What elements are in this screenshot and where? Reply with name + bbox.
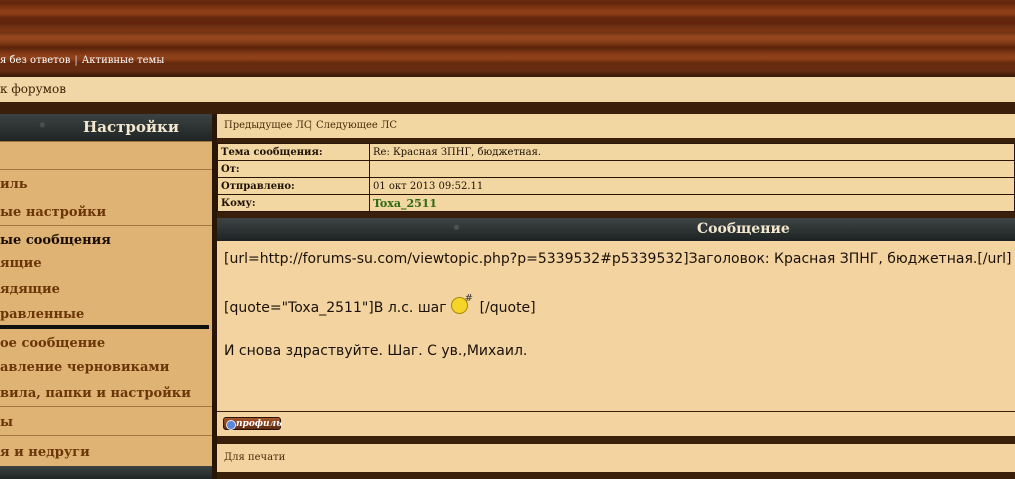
wood-header: я без ответов | Активные темы: [0, 0, 1015, 75]
forum-index-link[interactable]: к форумов: [0, 82, 66, 96]
divider: [0, 406, 212, 407]
smiley-icon: [450, 293, 473, 314]
separator: |: [309, 120, 313, 131]
quote-text: [quote="Toxa_2511"]В л.с. шаг: [224, 300, 447, 316]
separator: |: [74, 55, 78, 66]
from-label: От:: [217, 160, 370, 178]
unanswered-topics-link[interactable]: я без ответов: [0, 55, 70, 66]
divider: [0, 104, 1015, 114]
table-row: От:: [217, 160, 1015, 178]
pm-navigation: Предыдущее ЛС | Следующее ЛС: [217, 114, 1015, 138]
sidebar-item-profile[interactable]: иль: [0, 177, 212, 192]
quote-end-text: [/quote]: [479, 300, 536, 316]
print-link[interactable]: Для печати: [224, 452, 285, 463]
sidebar-footer: [0, 466, 212, 479]
previous-pm-link[interactable]: Предыдущее ЛС: [224, 120, 312, 131]
profile-button[interactable]: профиль: [223, 417, 282, 430]
sidebar-title: Настройки: [0, 114, 212, 141]
sidebar-item-friends-foes[interactable]: я и недруги: [0, 445, 212, 460]
from-value: [369, 160, 1015, 178]
divider: [0, 169, 212, 170]
sidebar-item-rules-folders[interactable]: вила, папки и настройки: [0, 386, 212, 401]
divider: [0, 225, 212, 226]
message-panel: Предыдущее ЛС | Следующее ЛС Тема сообще…: [217, 114, 1015, 479]
message-quote-line: [quote="Toxa_2511"]В л.с. шаг [/quote]: [224, 293, 536, 316]
active-topics-link[interactable]: Активные темы: [82, 55, 165, 66]
user-icon: [226, 420, 236, 430]
sent-value: 01 окт 2013 09:52.11: [369, 177, 1015, 195]
message-line: [url=http://forums-su.com/viewtopic.php?…: [224, 251, 1012, 267]
message-body: [url=http://forums-su.com/viewtopic.php?…: [217, 241, 1015, 411]
recipient-link[interactable]: Toxa_2511: [369, 194, 1015, 212]
sidebar-item-private-messages[interactable]: ые сообщения: [0, 233, 212, 248]
table-row: Отправлено: 01 окт 2013 09:52.11: [217, 177, 1015, 195]
message-meta-table: Тема сообщения: Re: Красная ЗПНГ, бюджет…: [217, 143, 1015, 212]
sidebar-item-groups[interactable]: ы: [0, 415, 212, 430]
breadcrumb: к форумов: [0, 75, 1015, 104]
message-line: И снова здраствуйте. Шаг. С ув.,Михаил.: [224, 343, 528, 359]
message-actions: профиль: [217, 412, 1015, 436]
sidebar-item-board-settings[interactable]: ые настройки: [0, 205, 212, 220]
header-links: я без ответов | Активные темы: [0, 55, 164, 66]
subject-value: Re: Красная ЗПНГ, бюджетная.: [369, 143, 1015, 161]
sidebar-item-sent[interactable]: равленные: [0, 307, 212, 322]
sidebar: Настройки иль ые настройки ые сообщения …: [0, 114, 212, 479]
sidebar-item-drafts[interactable]: авление черновиками: [0, 360, 212, 375]
divider: [0, 141, 212, 142]
sidebar-item-new-message[interactable]: ое сообщение: [0, 336, 212, 351]
to-label: Кому:: [217, 194, 370, 212]
next-pm-link[interactable]: Следующее ЛС: [316, 120, 397, 131]
print-bar: Для печати: [217, 444, 1015, 472]
divider: [0, 435, 212, 436]
divider: [0, 325, 209, 329]
table-row: Кому: Toxa_2511: [217, 194, 1015, 212]
message-heading: Сообщение: [217, 218, 1015, 241]
sidebar-item-inbox[interactable]: ящие: [0, 256, 212, 271]
sidebar-item-outbox[interactable]: ядящие: [0, 282, 212, 297]
table-row: Тема сообщения: Re: Красная ЗПНГ, бюджет…: [217, 143, 1015, 161]
sent-label: Отправлено:: [217, 177, 370, 195]
subject-label: Тема сообщения:: [217, 143, 370, 161]
